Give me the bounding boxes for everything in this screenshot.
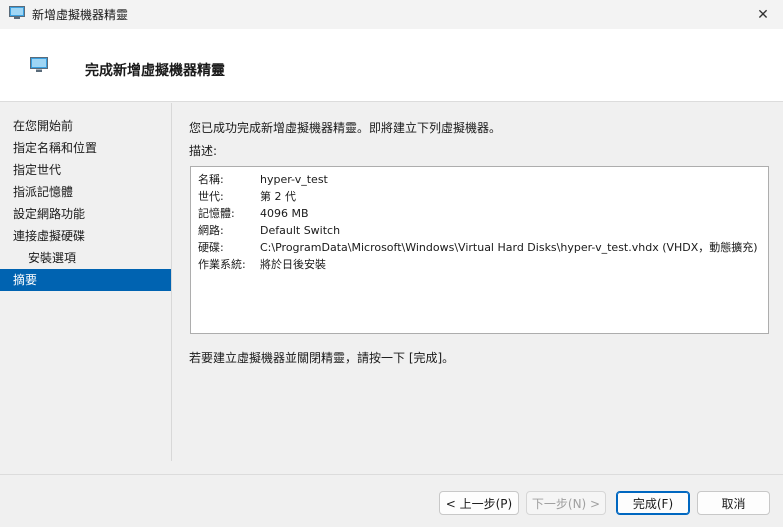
page-title: 完成新增虛擬機器精靈 [85, 63, 225, 79]
summary-value: hyper-v_test [260, 173, 328, 186]
intro-text: 您已成功完成新增虛擬機器精靈。即將建立下列虛擬機器。 [189, 121, 502, 135]
nav-item-summary[interactable]: 摘要 [0, 269, 171, 291]
next-button[interactable]: 下一步(N) > [526, 491, 606, 515]
summary-key: 作業系統: [198, 258, 246, 271]
wizard-steps-nav: 在您開始前 指定名稱和位置 指定世代 指派記憶體 設定網路功能 連接虛擬硬碟 安… [0, 103, 172, 461]
nav-item-generation[interactable]: 指定世代 [0, 159, 171, 181]
virtual-machine-icon [30, 57, 48, 72]
nav-item-memory[interactable]: 指派記憶體 [0, 181, 171, 203]
nav-item-networking[interactable]: 設定網路功能 [0, 203, 171, 225]
summary-key: 網路: [198, 224, 224, 237]
summary-key: 記憶體: [198, 207, 235, 220]
cancel-button[interactable]: 取消 [697, 491, 770, 515]
nav-item-before-you-begin[interactable]: 在您開始前 [0, 115, 171, 137]
summary-row: 記憶體: 4096 MB [198, 205, 768, 222]
summary-key: 名稱: [198, 173, 224, 186]
nav-item-virtual-hard-disk[interactable]: 連接虛擬硬碟 [0, 225, 171, 247]
nav-item-installation-options[interactable]: 安裝選項 [0, 247, 171, 269]
finish-button[interactable]: 完成(F) [616, 491, 690, 515]
description-label: 描述: [189, 144, 218, 158]
close-button[interactable]: ✕ [743, 0, 783, 29]
summary-row: 名稱: hyper-v_test [198, 171, 768, 188]
window-title: 新增虛擬機器精靈 [32, 8, 129, 22]
summary-value: C:\ProgramData\Microsoft\Windows\Virtual… [260, 241, 758, 254]
summary-value: 第 2 代 [260, 190, 296, 203]
finish-instruction: 若要建立虛擬機器並關閉精靈，請按一下 [完成]。 [189, 351, 455, 365]
nav-item-name-location[interactable]: 指定名稱和位置 [0, 137, 171, 159]
summary-value: 4096 MB [260, 207, 309, 220]
summary-value: 將於日後安裝 [260, 258, 326, 271]
title-bar: 新增虛擬機器精靈 ✕ [0, 0, 783, 29]
virtual-machine-icon [9, 6, 25, 19]
summary-value: Default Switch [260, 224, 341, 237]
summary-row: 作業系統: 將於日後安裝 [198, 256, 768, 273]
summary-row: 網路: Default Switch [198, 222, 768, 239]
summary-row: 硬碟: C:\ProgramData\Microsoft\Windows\Vir… [198, 239, 768, 256]
wizard-header: 完成新增虛擬機器精靈 [0, 29, 783, 102]
button-bar: < 上一步(P) 下一步(N) > 完成(F) 取消 [0, 474, 783, 527]
summary-key: 硬碟: [198, 241, 224, 254]
summary-row: 世代: 第 2 代 [198, 188, 768, 205]
close-icon: ✕ [757, 6, 769, 23]
back-button[interactable]: < 上一步(P) [439, 491, 519, 515]
summary-list[interactable]: 名稱: hyper-v_test 世代: 第 2 代 記憶體: 4096 MB … [190, 166, 769, 334]
summary-key: 世代: [198, 190, 224, 203]
